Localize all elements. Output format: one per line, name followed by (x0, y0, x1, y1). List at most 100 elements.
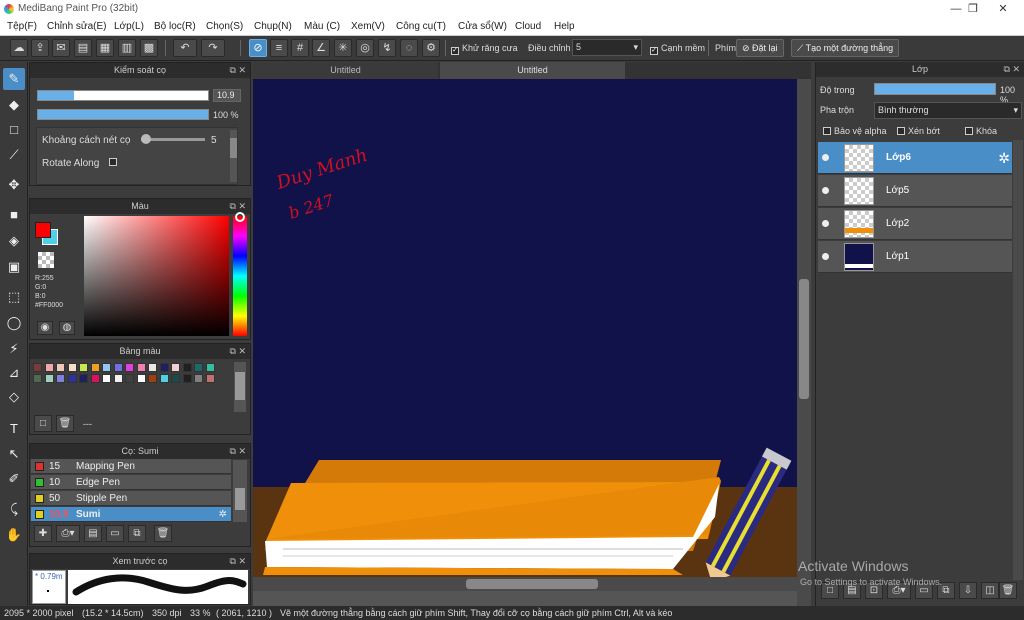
palette-swatch[interactable] (113, 363, 123, 372)
comment-icon[interactable]: ✉ (52, 39, 70, 57)
menu-edit[interactable]: Chỉnh sửa(E) (47, 21, 107, 32)
panel-float-close-icon[interactable]: ⧉ ✕ (230, 344, 246, 359)
visibility-eye-icon[interactable] (822, 220, 829, 227)
fill-rect-tool-icon[interactable]: ■ (3, 204, 25, 226)
magic-wand-tool-icon[interactable]: ⚡ (3, 338, 25, 360)
duplicate-icon[interactable]: ⧉ (128, 525, 146, 542)
snap-circle-icon[interactable]: ◎ (356, 39, 374, 57)
scrollbar-thumb[interactable] (230, 138, 237, 158)
brush-item-stipple-pen[interactable]: 50 Stipple Pen (31, 491, 231, 506)
menu-filter[interactable]: Bộ lọc(R) (154, 21, 196, 32)
menu-snap[interactable]: Chụp(N) (254, 21, 292, 32)
adjust-select[interactable]: 5 ▾ (572, 39, 642, 56)
canvas-horizontal-scrollbar[interactable] (253, 577, 797, 591)
reset-button[interactable]: ⊘ Đặt lại (736, 39, 784, 57)
palette-swatch[interactable] (171, 363, 180, 372)
transparent-color-swatch[interactable] (38, 252, 54, 268)
snap-radial-icon[interactable]: ✳ (334, 39, 352, 57)
layer-row-lop1[interactable]: Lớp1 (818, 241, 1012, 273)
layer-row-lop2[interactable]: Lớp2 (818, 208, 1012, 240)
close-button[interactable]: ✕ (980, 0, 1024, 18)
palette-swatch[interactable] (159, 374, 169, 383)
select-eraser-tool-icon[interactable]: ◇ (3, 386, 25, 408)
palette-scrollbar[interactable] (234, 362, 246, 412)
menu-view[interactable]: Xem(V) (351, 21, 385, 32)
layer-list-scrollbar[interactable] (1013, 140, 1023, 580)
menu-color[interactable]: Màu (C) (304, 21, 340, 32)
eraser-tool-icon[interactable]: ◆ (3, 94, 25, 116)
palette-swatch[interactable] (79, 363, 88, 372)
spacing-slider-handle[interactable] (141, 134, 151, 144)
visibility-eye-icon[interactable] (822, 154, 829, 161)
brush-size-value[interactable]: 10.9 (213, 89, 241, 102)
merge-layer-icon[interactable]: ⇩ (959, 582, 977, 599)
page-icon[interactable]: ▦ (96, 39, 114, 57)
operation-tool-icon[interactable]: ↖ (3, 443, 25, 465)
grid-pages-icon[interactable]: ▩ (140, 39, 158, 57)
brush-tool-icon[interactable]: ✎ (3, 68, 25, 90)
rotate-along-checkbox[interactable] (109, 158, 117, 166)
palette-swatch[interactable] (79, 374, 88, 383)
scrollbar-thumb[interactable] (235, 488, 245, 510)
palette-swatch[interactable] (125, 363, 134, 372)
trash-icon[interactable]: 🗑 (56, 415, 74, 432)
menu-tools[interactable]: Công cụ(T) (396, 21, 446, 32)
trash-icon[interactable]: 🗑 (999, 582, 1017, 599)
visibility-eye-icon[interactable] (822, 253, 829, 260)
brush-list-scrollbar[interactable] (233, 460, 247, 522)
menu-file[interactable]: Tệp(F) (7, 21, 37, 32)
gradient-tool-icon[interactable]: ▣ (3, 256, 25, 278)
palette-swatch[interactable] (125, 374, 134, 383)
foreground-color-swatch[interactable] (35, 222, 51, 238)
undo-icon[interactable]: ↶ (173, 39, 197, 57)
palette-swatch[interactable] (194, 374, 203, 383)
blend-mode-select[interactable]: Bình thường ▾ (874, 102, 1022, 119)
protect-alpha-checkbox[interactable]: Bảo vệ alpha (823, 126, 887, 136)
palette-swatch[interactable] (90, 374, 100, 383)
trash-icon[interactable]: 🗑 (154, 525, 172, 542)
select-rect-tool-icon[interactable]: ⬚ (3, 286, 25, 308)
visibility-eye-icon[interactable] (822, 187, 829, 194)
hue-slider-handle[interactable] (235, 212, 245, 222)
color-wheel-icon[interactable]: ◍ (59, 321, 75, 335)
layer-opacity-slider[interactable] (874, 83, 996, 95)
saturation-value-picker[interactable] (84, 216, 229, 336)
palette-swatch[interactable] (33, 363, 42, 372)
brush-opacity-slider[interactable] (37, 109, 209, 120)
palette-swatch[interactable] (102, 374, 111, 383)
palette-swatch[interactable] (44, 363, 54, 372)
speech-bubble-icon[interactable]: ▤ (74, 39, 92, 57)
layer-row-lop6[interactable]: Lớp6 ✲ (818, 142, 1012, 174)
menu-layer[interactable]: Lớp(L) (114, 21, 144, 32)
straight-line-button[interactable]: ⟋ Tạo một đường thẳng (791, 39, 900, 57)
gear-icon[interactable]: ✲ (998, 150, 1010, 167)
panel-float-close-icon[interactable]: ⧉ ✕ (1004, 62, 1020, 77)
brush-item-edge-pen[interactable]: 10 Edge Pen (31, 475, 231, 490)
add-brush-menu-icon[interactable]: ⎙▾ (56, 525, 80, 542)
snap-curve-icon[interactable]: ↯ (378, 39, 396, 57)
palette-swatch[interactable] (205, 374, 215, 383)
palette-swatch[interactable] (56, 374, 65, 383)
snap-ellipse-icon[interactable]: ◌ (400, 39, 418, 57)
mask-layer-icon[interactable]: ◫ (981, 582, 999, 599)
brush-item-mapping-pen[interactable]: 15 Mapping Pen (31, 459, 231, 474)
scrollbar-thumb[interactable] (466, 579, 598, 589)
lasso-tool-icon[interactable]: ◯ (3, 312, 25, 334)
palette-swatch[interactable] (44, 374, 54, 383)
brush-item-sumi[interactable]: 10.9 Sumi ✲ (31, 507, 231, 522)
palette-swatch[interactable] (56, 363, 65, 372)
divide-tool-icon[interactable]: ✐ (3, 468, 25, 490)
palette-swatch[interactable] (171, 374, 180, 383)
palette-swatch[interactable] (205, 363, 215, 372)
snap-grid-icon[interactable]: # (291, 39, 309, 57)
palette-swatch[interactable] (182, 374, 192, 383)
text-tool-icon[interactable]: T (3, 418, 25, 440)
menu-window[interactable]: Cửa sổ(W) (458, 21, 507, 32)
palette-swatch[interactable] (90, 363, 100, 372)
cloud-icon[interactable]: ☁ (10, 39, 28, 57)
panel-float-close-icon[interactable]: ⧉ ✕ (230, 444, 246, 459)
canvas-vertical-scrollbar[interactable] (797, 79, 811, 606)
palette-swatch[interactable] (148, 363, 157, 372)
gear-icon[interactable]: ✲ (219, 507, 227, 522)
layer-row-lop5[interactable]: Lớp5 (818, 175, 1012, 207)
